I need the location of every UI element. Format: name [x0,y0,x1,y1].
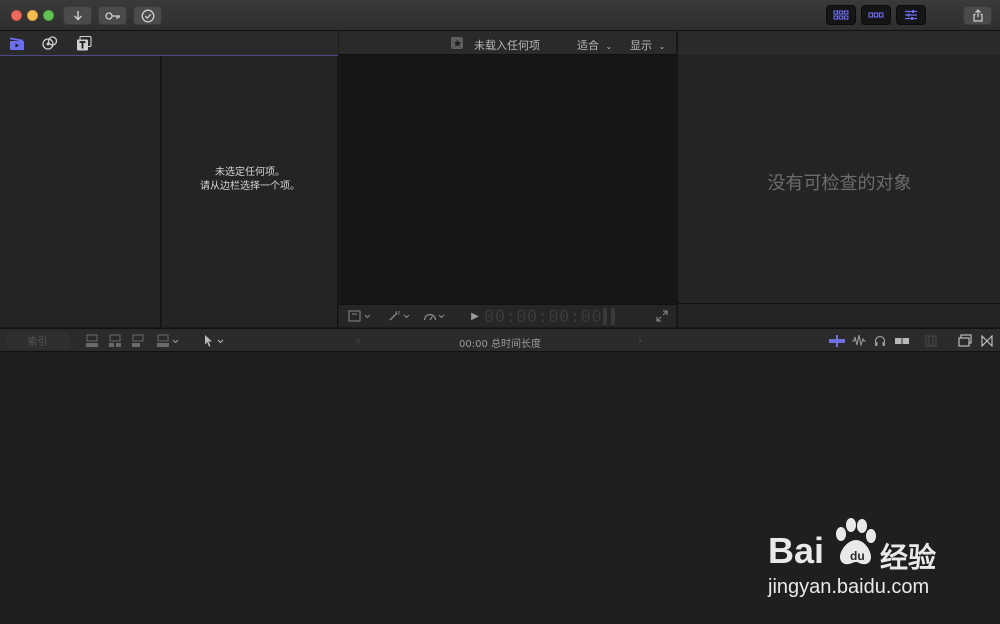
paw-logo-icon: du [836,518,876,565]
show-browser-button[interactable] [826,5,856,25]
watermark-url: jingyan.baidu.com [768,576,930,598]
waveform-icon [852,334,866,347]
background-tasks-button[interactable] [133,6,162,25]
window-minimize-button[interactable] [27,10,38,21]
zoom-fit-menu[interactable]: 适合 ⌄ [577,37,612,53]
clapper-icon [9,37,24,50]
watermark-brand: Bai [768,530,825,571]
fullscreen-button[interactable] [655,309,669,323]
zoom-fit-label: 适合 [577,39,599,52]
titles-icon [77,35,92,50]
browser-tab-row [0,31,338,56]
keyword-button[interactable] [98,6,127,25]
share-icon [972,9,983,22]
inspector-panel: 没有可检查的对象 [677,55,1000,303]
window-close-button[interactable] [11,10,22,21]
watermark-brand-cn: 经验 [880,541,937,574]
audio-meter-right [611,308,615,325]
crop-frame-icon [348,310,371,322]
tab-libraries[interactable] [8,35,26,51]
show-inspector-button[interactable] [896,5,926,25]
inspector-footer [677,303,1000,327]
expand-icon [656,310,668,322]
key-icon [104,11,120,20]
audio-meter-left [603,308,607,325]
audio-skimming-button[interactable] [851,334,867,347]
headphones-icon [874,335,886,346]
baidu-watermark: du Bai 经验 jingyan.baidu.com [760,512,960,612]
import-button[interactable] [63,6,92,25]
skimmer-icon [829,334,845,347]
download-icon [73,10,82,20]
chevron-down-icon: ⌄ [605,42,613,51]
star-icon [451,37,463,49]
tab-photos-audio[interactable] [41,35,59,51]
stacked-windows-icon [958,334,972,347]
snapping-button[interactable] [894,334,910,347]
clip-appearance-button[interactable] [924,334,938,347]
transform-menu[interactable] [347,309,375,323]
bowtie-icon [981,334,993,347]
checkmark-circle-icon [141,9,154,22]
viewer-header: 未载入任何项 适合 ⌄ 显示 ⌄ [339,31,676,55]
play-icon[interactable]: ▶ [470,310,480,322]
libraries-grid-icon [833,10,849,20]
window-zoom-button[interactable] [43,10,54,21]
viewer-status-label: 未载入任何项 [474,39,540,52]
timeline-index-toggle[interactable] [957,333,973,348]
share-button[interactable] [963,6,992,25]
chevron-down-icon: ⌄ [658,42,666,51]
inspector-sliders-icon [905,10,917,20]
enhancements-menu[interactable] [387,309,413,323]
browser-empty-message: 未选定任何项。 请从边栏选择一个项。 [162,166,338,194]
libraries-sidebar[interactable] [0,56,161,327]
timeline-duration: 00:00 总时间长度 [459,339,541,350]
magic-wand-icon [389,311,410,321]
browser-panel[interactable]: 未选定任何项。 请从边栏选择一个项。 [162,56,338,327]
inspector-empty-message: 没有可检查的对象 [767,173,912,194]
video-skimming-button[interactable] [828,334,846,347]
timeline-grid-icon [868,12,884,18]
viewer-canvas[interactable] [339,55,676,304]
clip-appearance-icon [925,335,937,346]
show-timeline-button[interactable] [861,5,891,25]
timecode-display: 00:00:00:00 [484,307,603,327]
browser-empty-line1: 未选定任何项。 [215,167,285,178]
transitions-browser-button[interactable] [980,333,994,348]
speedometer-icon [423,313,445,321]
chevron-right-icon[interactable]: › [638,334,642,347]
timeline-toolbar: 索引 ‹ 00:00 总时间长度 › [0,328,1000,352]
tab-titles-generators[interactable] [75,35,93,51]
browser-empty-line2: 请从边栏选择一个项。 [200,181,300,192]
title-bar [0,0,1000,31]
view-label: 显示 [630,39,652,52]
retime-menu[interactable] [422,309,448,323]
snapping-icon [895,334,909,347]
svg-text:du: du [850,549,865,563]
inspector-header [677,31,1000,55]
view-menu[interactable]: 显示 ⌄ [630,37,665,53]
photo-music-icon [42,35,58,50]
solo-button[interactable] [873,334,887,347]
viewer-footer: ▶ 00:00:00:00 [339,304,676,327]
